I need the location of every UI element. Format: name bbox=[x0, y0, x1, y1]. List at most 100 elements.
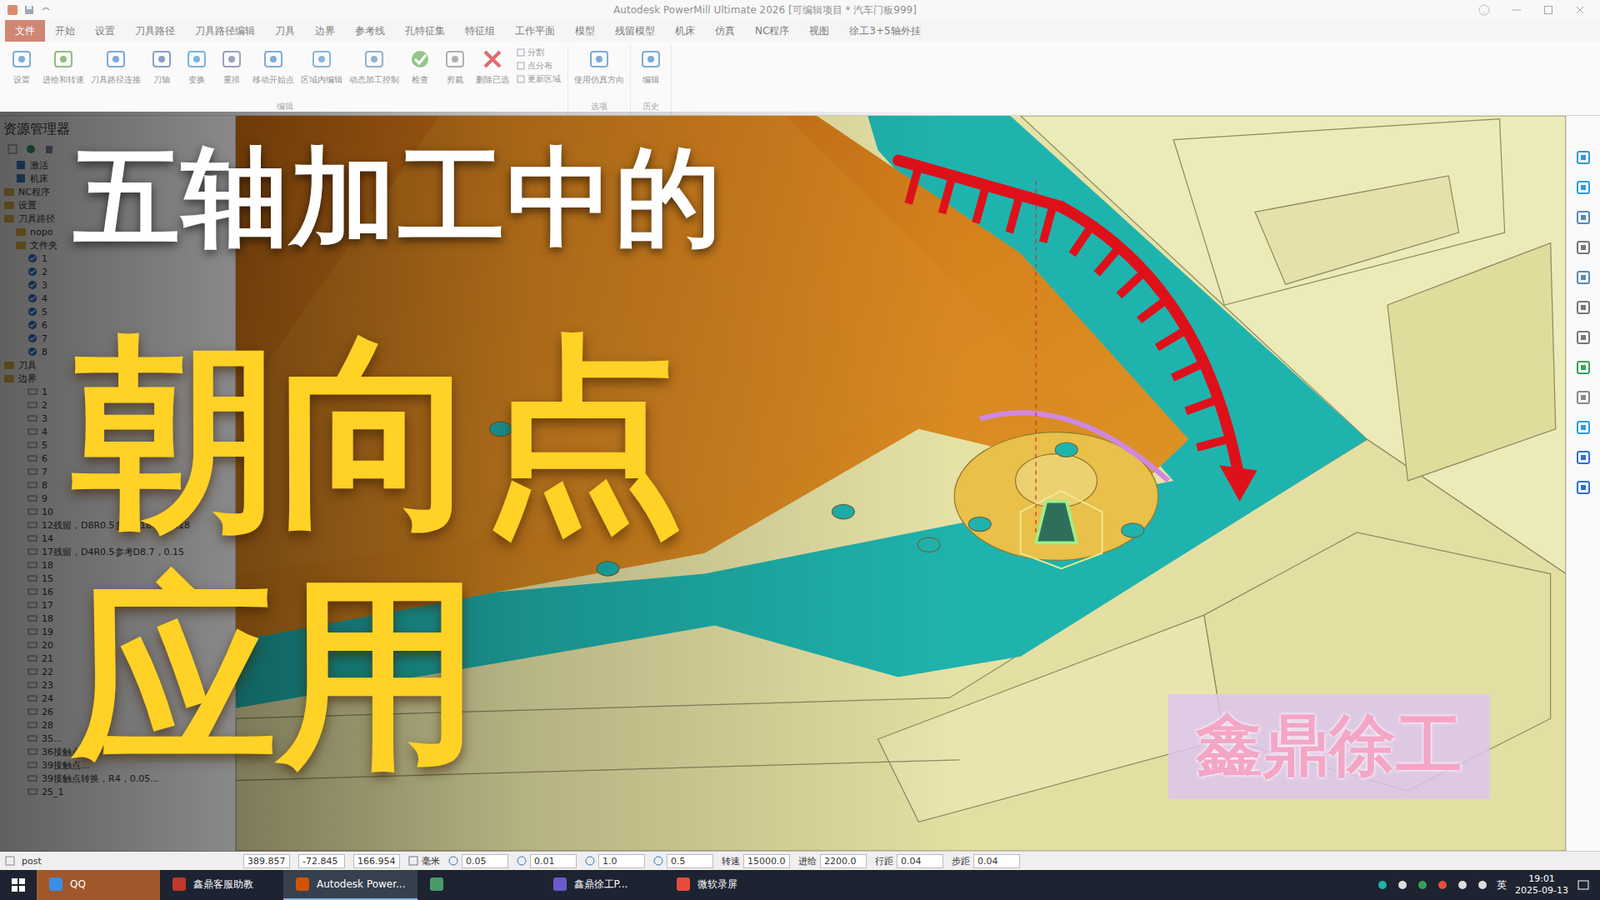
menu-tab[interactable]: 徐工3+5轴外挂 bbox=[839, 20, 930, 42]
tool-icon bbox=[149, 46, 175, 72]
headline-keyword: 应用 bbox=[73, 566, 482, 781]
tool-icon bbox=[9, 46, 35, 72]
ribbon-button[interactable]: 移动开始点 bbox=[250, 45, 297, 88]
menu-tab[interactable]: 设置 bbox=[85, 20, 125, 42]
taskbar-app[interactable] bbox=[417, 870, 541, 900]
ribbon-button[interactable]: 使用仿真方向 bbox=[571, 45, 627, 88]
view-button[interactable] bbox=[1575, 179, 1592, 200]
tolerance-field[interactable]: 1.0 bbox=[585, 854, 645, 869]
tool-icon bbox=[260, 46, 286, 72]
ribbon-button[interactable]: 检查 bbox=[403, 45, 437, 88]
view-button[interactable] bbox=[1575, 269, 1592, 290]
tolerance-field[interactable]: 0.05 bbox=[448, 854, 509, 869]
folder-icon bbox=[15, 239, 27, 251]
menu-tab[interactable]: 文件 bbox=[5, 20, 45, 42]
view-button[interactable] bbox=[1575, 479, 1592, 500]
menu-tab[interactable]: 视图 bbox=[799, 20, 840, 42]
taskbar-app[interactable]: 鑫鼎客服助教 bbox=[160, 870, 284, 900]
tree-item[interactable]: 17残留，D4R0.5参考D8.7，0.15 bbox=[3, 545, 235, 559]
headline-line: 五轴加工中的 bbox=[73, 141, 724, 254]
start-button[interactable] bbox=[0, 870, 37, 900]
item-icon bbox=[26, 412, 39, 425]
view-button[interactable] bbox=[1575, 389, 1592, 410]
coordinate-field[interactable]: -72.845 bbox=[298, 854, 345, 869]
menu-tab[interactable]: 参考线 bbox=[345, 20, 395, 42]
view-button[interactable] bbox=[1575, 329, 1592, 350]
view-button[interactable] bbox=[1575, 239, 1592, 260]
tolerance-field[interactable]: 0.5 bbox=[653, 854, 714, 869]
tree-icon bbox=[6, 143, 19, 155]
machining-field[interactable]: 步距0.04 bbox=[951, 854, 1020, 869]
item-icon bbox=[26, 772, 39, 785]
ribbon-small-button[interactable]: 分割 bbox=[516, 46, 561, 59]
ribbon-button[interactable]: 区域内编辑 bbox=[298, 45, 345, 88]
help-icon bbox=[1478, 4, 1490, 16]
menu-tab[interactable]: 机床 bbox=[665, 20, 705, 42]
menu-tab[interactable]: 边界 bbox=[305, 20, 345, 42]
menu-tab[interactable]: 孔特征集 bbox=[395, 20, 455, 42]
unit-icon bbox=[408, 855, 419, 866]
menu-tab[interactable]: 残留模型 bbox=[605, 20, 665, 42]
app-icon bbox=[295, 876, 310, 892]
item-icon bbox=[26, 559, 39, 571]
tree-item[interactable]: 5 bbox=[3, 305, 235, 319]
tool-icon bbox=[103, 46, 129, 72]
tray-icon bbox=[1396, 879, 1409, 891]
menu-tab[interactable]: 刀具路径编辑 bbox=[185, 20, 265, 42]
view-button[interactable] bbox=[1575, 209, 1592, 230]
ribbon-button[interactable]: 编辑 bbox=[634, 45, 668, 88]
view-button[interactable] bbox=[1575, 359, 1592, 380]
tolerance-icon bbox=[516, 855, 527, 866]
view-icon bbox=[1575, 179, 1592, 196]
taskbar-app[interactable]: 微软录屏 bbox=[664, 870, 788, 900]
clock[interactable]: 19:012025-09-13 bbox=[1515, 873, 1569, 897]
ribbon-button[interactable]: 重排 bbox=[215, 45, 249, 88]
ribbon-button[interactable]: 进给和转速 bbox=[40, 45, 87, 88]
taskbar-app[interactable]: 鑫鼎徐工P... bbox=[540, 870, 665, 900]
machining-field[interactable]: 进给2200.0 bbox=[798, 854, 867, 869]
machining-field[interactable]: 转速15000.0 bbox=[721, 854, 790, 869]
ribbon-group: 编辑历史 bbox=[634, 45, 672, 115]
menu-tab[interactable]: 仿真 bbox=[705, 20, 745, 42]
ribbon-button[interactable]: 剪裁 bbox=[438, 45, 472, 88]
tree-item[interactable]: 2 bbox=[3, 265, 235, 279]
input-method[interactable]: 英 bbox=[1496, 878, 1507, 893]
menu-tab[interactable]: 特征组 bbox=[455, 20, 505, 42]
menu-tab[interactable]: 刀具路径 bbox=[125, 20, 185, 42]
view-button[interactable] bbox=[1575, 449, 1592, 470]
group-label: 历史 bbox=[634, 99, 668, 115]
tree-item[interactable]: 1 bbox=[3, 251, 235, 265]
ribbon-button[interactable]: 刀具路径连接 bbox=[88, 45, 144, 88]
ribbon-button[interactable]: 变换 bbox=[180, 45, 214, 88]
view-button[interactable] bbox=[1575, 299, 1592, 320]
item-icon bbox=[26, 785, 39, 798]
tolerance-field[interactable]: 0.01 bbox=[516, 854, 577, 869]
menu-tab[interactable]: 工作平面 bbox=[505, 20, 565, 42]
view-button[interactable] bbox=[1575, 149, 1592, 170]
tree-item[interactable]: 4 bbox=[3, 291, 235, 305]
menu-tab[interactable]: 刀具 bbox=[265, 20, 305, 42]
machining-field[interactable]: 行距0.04 bbox=[875, 854, 944, 869]
path-icon bbox=[26, 252, 39, 265]
ribbon-small-button[interactable]: 更新区域 bbox=[516, 73, 561, 85]
ribbon-small-button[interactable]: 点分布 bbox=[516, 60, 561, 72]
view-button[interactable] bbox=[1575, 419, 1592, 440]
taskbar-app[interactable]: QQ bbox=[36, 870, 160, 900]
tree-item[interactable]: 3 bbox=[3, 278, 235, 292]
view-icon bbox=[1575, 209, 1592, 226]
ribbon-buttons: 使用仿真方向 bbox=[571, 45, 627, 100]
item-icon bbox=[26, 425, 39, 438]
ribbon-button[interactable]: 删除已选 bbox=[473, 45, 512, 88]
menu-tab[interactable]: 模型 bbox=[565, 20, 605, 42]
coordinate-field[interactable]: 389.857 bbox=[243, 854, 290, 869]
ribbon-button[interactable]: 动态加工控制 bbox=[346, 45, 402, 88]
menu-tab[interactable]: 开始 bbox=[45, 20, 85, 42]
ribbon-button[interactable]: 刀轴 bbox=[145, 45, 179, 88]
coordinate-field[interactable]: 166.954 bbox=[353, 854, 400, 869]
menu-tab[interactable]: NC程序 bbox=[745, 20, 800, 42]
ribbon-button[interactable]: 设置 bbox=[5, 45, 39, 88]
tree-item[interactable]: 25_1 bbox=[3, 785, 235, 799]
system-tray: 英 19:012025-09-13 bbox=[1376, 870, 1600, 900]
close-icon bbox=[1575, 5, 1585, 15]
taskbar-app[interactable]: Autodesk Power... bbox=[283, 870, 418, 900]
